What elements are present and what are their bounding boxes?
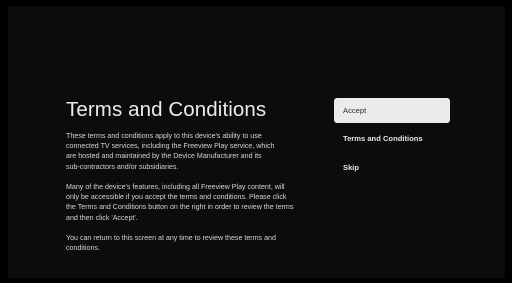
terms-and-conditions-button-label: Terms and Conditions: [343, 134, 423, 143]
page-title: Terms and Conditions: [66, 98, 267, 121]
terms-paragraph-2: Many of the device's features, including…: [66, 183, 294, 222]
skip-button[interactable]: Skip: [334, 154, 450, 181]
terms-description: These terms and conditions apply to this…: [66, 131, 316, 264]
terms-paragraph-1: These terms and conditions apply to this…: [66, 132, 275, 171]
tv-screen: Terms and Conditions These terms and con…: [8, 6, 505, 278]
accept-button-label: Accept: [343, 106, 367, 115]
accept-button[interactable]: Accept: [334, 98, 450, 123]
skip-button-label: Skip: [343, 163, 360, 172]
terms-and-conditions-button[interactable]: Terms and Conditions: [334, 125, 450, 152]
action-menu: Accept Terms and Conditions Skip: [334, 98, 450, 183]
terms-paragraph-3: You can return to this screen at any tim…: [66, 234, 276, 253]
